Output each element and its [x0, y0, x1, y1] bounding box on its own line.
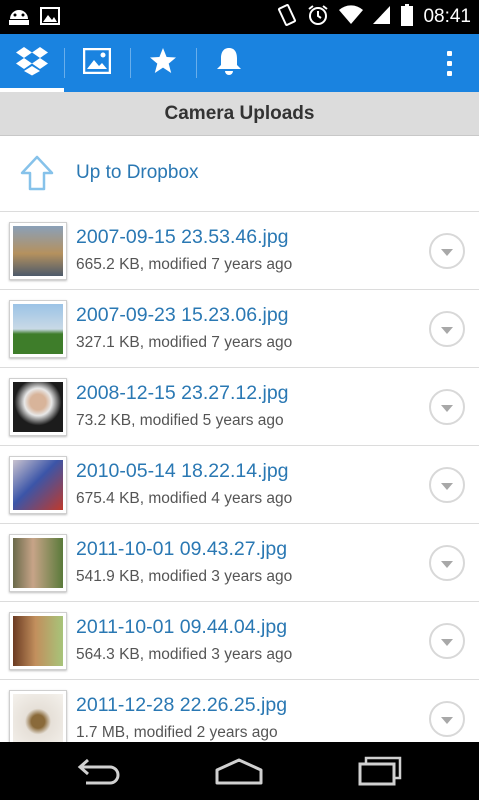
file-name: 2011-10-01 09.44.04.jpg — [76, 616, 288, 638]
star-icon — [149, 47, 177, 79]
file-meta: 73.2 KB, modified 5 years ago — [76, 412, 284, 429]
back-icon[interactable] — [76, 756, 122, 790]
file-name: 2008-12-15 23.27.12.jpg — [76, 382, 289, 404]
file-name: 2007-09-23 15.23.06.jpg — [76, 304, 289, 326]
file-meta: 327.1 KB, modified 7 years ago — [76, 334, 293, 351]
clock: 08:41 — [423, 6, 471, 27]
tab-favorites[interactable] — [131, 34, 195, 92]
thumbnail — [9, 534, 67, 592]
file-meta: 541.9 KB, modified 3 years ago — [76, 568, 293, 585]
chevron-down-icon — [441, 249, 453, 256]
tab-notifications[interactable] — [197, 34, 261, 92]
battery-icon — [401, 4, 414, 30]
folder-title: Camera Uploads — [164, 102, 315, 124]
overflow-menu-icon[interactable] — [439, 34, 459, 92]
thumbnail — [9, 456, 67, 514]
chevron-down-icon — [441, 405, 453, 412]
tab-photos[interactable] — [65, 34, 129, 92]
chevron-down-icon — [441, 483, 453, 490]
vibrate-icon — [277, 4, 297, 30]
chevron-down-icon — [441, 561, 453, 568]
thumbnail — [9, 222, 67, 280]
list-item[interactable]: 2011-10-01 09.44.04.jpg 564.3 KB, modifi… — [0, 602, 479, 680]
item-menu-button[interactable] — [429, 545, 465, 581]
list-item[interactable]: 2007-09-15 23.53.46.jpg 665.2 KB, modifi… — [0, 212, 479, 290]
wifi-icon — [339, 5, 364, 29]
folder-header: Camera Uploads — [0, 92, 479, 136]
list-item[interactable]: 2011-10-01 09.43.27.jpg 541.9 KB, modifi… — [0, 524, 479, 602]
status-bar: 08:41 — [0, 0, 479, 34]
photos-icon — [82, 47, 112, 78]
file-name: 2007-09-15 23.53.46.jpg — [76, 226, 289, 248]
home-icon[interactable] — [214, 756, 264, 790]
tab-dropbox[interactable] — [0, 34, 64, 92]
navigation-bar — [0, 742, 479, 800]
thumbnail — [9, 378, 67, 436]
file-list: 2007-09-15 23.53.46.jpg 665.2 KB, modifi… — [0, 212, 479, 758]
list-item[interactable]: 2010-05-14 18.22.14.jpg 675.4 KB, modifi… — [0, 446, 479, 524]
dropbox-icon — [15, 46, 49, 80]
item-menu-button[interactable] — [429, 623, 465, 659]
item-menu-button[interactable] — [429, 311, 465, 347]
thumbnail — [9, 612, 67, 670]
file-name: 2011-10-01 09.43.27.jpg — [76, 538, 288, 560]
item-menu-button[interactable] — [429, 233, 465, 269]
chevron-down-icon — [441, 639, 453, 646]
file-name: 2010-05-14 18.22.14.jpg — [76, 460, 289, 482]
item-menu-button[interactable] — [429, 701, 465, 737]
file-meta: 564.3 KB, modified 3 years ago — [76, 646, 293, 663]
item-menu-button[interactable] — [429, 467, 465, 503]
file-meta: 675.4 KB, modified 4 years ago — [76, 490, 293, 507]
thumbnail — [9, 300, 67, 358]
action-bar — [0, 34, 479, 92]
thumbnail — [9, 690, 67, 748]
up-to-parent-label: Up to Dropbox — [76, 162, 199, 183]
alarm-icon — [307, 4, 329, 30]
file-meta: 1.7 MB, modified 2 years ago — [76, 724, 278, 741]
android-debug-icon — [8, 6, 30, 30]
list-item[interactable]: 2007-09-23 15.23.06.jpg 327.1 KB, modifi… — [0, 290, 479, 368]
signal-icon — [373, 5, 391, 29]
file-meta: 665.2 KB, modified 7 years ago — [76, 256, 293, 273]
chevron-down-icon — [441, 327, 453, 334]
list-item[interactable]: 2008-12-15 23.27.12.jpg 73.2 KB, modifie… — [0, 368, 479, 446]
up-to-parent-row[interactable]: Up to Dropbox — [0, 136, 479, 212]
bell-icon — [215, 46, 243, 80]
up-arrow-icon — [20, 155, 54, 195]
recents-icon[interactable] — [358, 756, 402, 790]
file-name: 2011-12-28 22.26.25.jpg — [76, 694, 288, 716]
chevron-down-icon — [441, 717, 453, 724]
image-notification-icon — [40, 6, 60, 30]
item-menu-button[interactable] — [429, 389, 465, 425]
